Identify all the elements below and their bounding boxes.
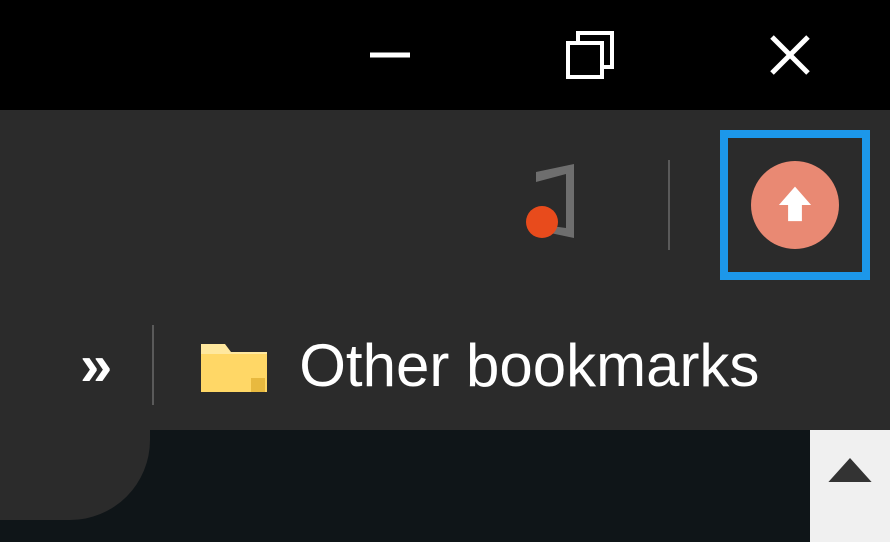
restore-button[interactable] (490, 0, 690, 110)
minimize-icon (364, 29, 416, 81)
office-extension-icon (508, 160, 598, 250)
other-bookmarks-button[interactable]: Other bookmarks (299, 331, 759, 400)
window-titlebar (0, 0, 890, 110)
browser-toolbar (0, 110, 890, 300)
scroll-up-icon (826, 455, 874, 485)
scroll-up-button[interactable] (810, 430, 890, 542)
upload-icon (751, 161, 839, 249)
bookmarks-bar: » Other bookmarks (0, 300, 890, 430)
close-button[interactable] (690, 0, 890, 110)
content-area (0, 430, 890, 542)
toolbar-separator (668, 160, 670, 250)
close-icon (764, 29, 816, 81)
upload-extension-button[interactable] (720, 130, 870, 280)
bookmarks-overflow-button[interactable]: » (80, 332, 107, 399)
folder-icon (199, 336, 269, 394)
restore-icon (564, 29, 616, 81)
bookmarks-separator (152, 325, 154, 405)
office-extension-button[interactable] (508, 160, 598, 250)
minimize-button[interactable] (290, 0, 490, 110)
